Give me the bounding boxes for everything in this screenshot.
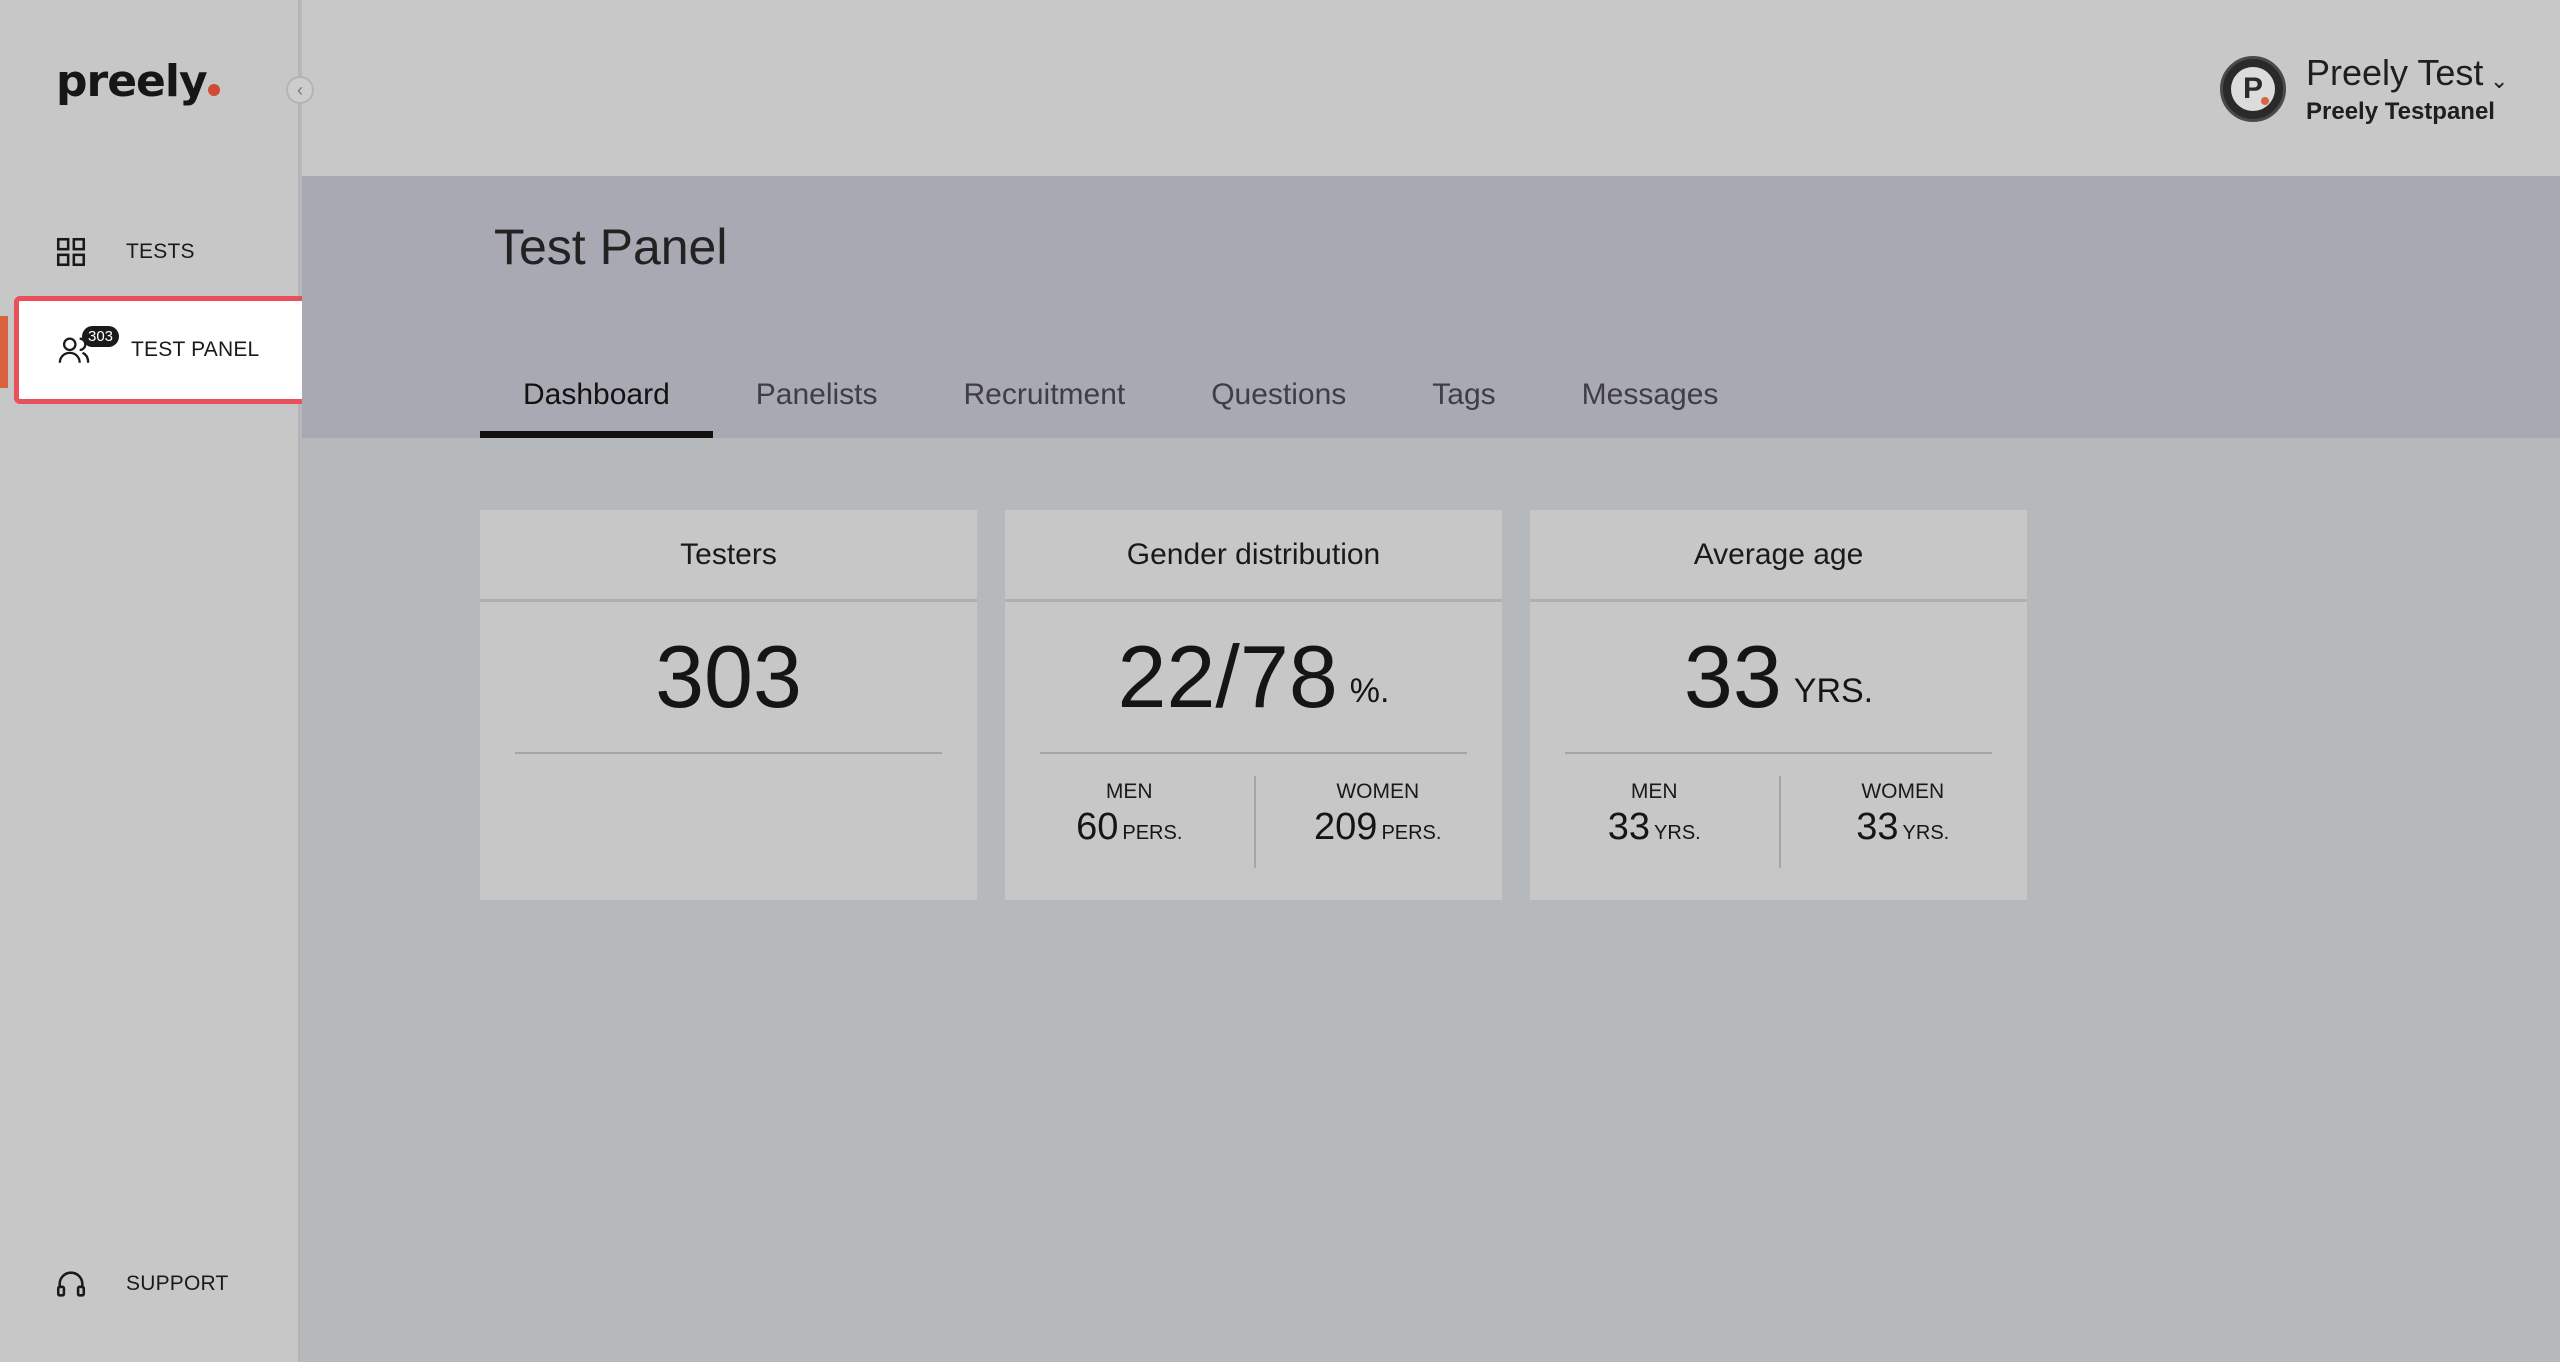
stat-unit: PERS. [1381, 822, 1442, 844]
women-stat: WOMEN 209 PERS. [1253, 776, 1503, 868]
card-title: Gender distribution [1005, 510, 1502, 602]
testers-count: 303 [655, 627, 802, 726]
men-count: 60 [1076, 806, 1119, 848]
stat-value: 33 YRS. [1856, 806, 1949, 849]
tab-dashboard[interactable]: Dashboard [480, 366, 713, 438]
tab-messages[interactable]: Messages [1539, 366, 1762, 438]
chevron-down-icon[interactable]: ⌄ [2490, 68, 2508, 94]
gender-ratio: 22/78 [1117, 627, 1338, 726]
men-stat: MEN 60 PERS. [1005, 780, 1254, 864]
card-value: 22/78 %. [1005, 602, 1502, 752]
women-age: 33 [1856, 806, 1899, 848]
card-title: Average age [1530, 510, 2027, 602]
logo-dot [207, 84, 220, 96]
women-count: 209 [1314, 806, 1378, 848]
average-age-card: Average age 33 YRS. MEN 33 YRS. WOMEN 33 Y… [1530, 510, 2027, 900]
chevron-left-icon: ‹ [297, 79, 303, 100]
active-indicator [0, 316, 8, 388]
grid-icon [56, 237, 86, 267]
stat-label: MEN [1630, 780, 1678, 803]
stat-label: WOMEN [1336, 780, 1420, 803]
gender-distribution-card: Gender distribution 22/78 %. MEN 60 PERS.… [1005, 510, 1502, 900]
stat-value: 33 YRS. [1608, 806, 1701, 849]
tab-questions[interactable]: Questions [1168, 366, 1389, 438]
gender-unit: %. [1349, 671, 1390, 710]
page-title: Test Panel [494, 219, 728, 275]
stat-unit: PERS. [1122, 822, 1183, 844]
stat-value: 60 PERS. [1076, 806, 1182, 849]
collapse-sidebar-button[interactable]: ‹ [286, 76, 314, 104]
card-value: 33 YRS. [1530, 602, 2027, 752]
headset-icon [56, 1271, 86, 1297]
sidebar-item-test-panel[interactable]: TEST PANEL [14, 296, 334, 404]
sidebar-item-label: SUPPORT [126, 1272, 229, 1295]
tab-tags[interactable]: Tags [1389, 366, 1538, 438]
sidebar-item-support[interactable]: SUPPORT [0, 1244, 300, 1324]
brand-logo[interactable]: preely [56, 56, 220, 107]
count-badge: 303 [82, 326, 120, 347]
card-value: 303 [480, 602, 977, 752]
men-age: 33 [1607, 806, 1651, 848]
user-organization: Preely Testpanel [2306, 98, 2495, 125]
divider [515, 752, 942, 754]
avatar[interactable]: P [2220, 56, 2286, 122]
stat-label: MEN [1105, 780, 1153, 803]
stat-value: 209 PERS. [1314, 806, 1441, 849]
average-age: 33 [1683, 627, 1782, 726]
tab-panelists[interactable]: Panelists [713, 366, 921, 438]
age-unit: YRS. [1793, 671, 1874, 710]
testers-card: Testers 303 [480, 510, 977, 900]
sidebar-item-label: TEST PANEL [131, 338, 260, 361]
sidebar-item-tests[interactable]: TESTS [0, 212, 300, 292]
card-stats: MEN 60 PERS. WOMEN 209 PERS. [1005, 754, 1503, 868]
card-title: Testers [480, 510, 977, 602]
avatar-letter: P [2231, 67, 2275, 111]
stat-unit: YRS. [1902, 822, 1950, 844]
stat-unit: YRS. [1654, 822, 1701, 844]
sidebar: preely TESTS [0, 0, 300, 1362]
sidebar-item-label: TESTS [126, 240, 195, 263]
tab-bar: Dashboard Panelists Recruitment Question… [480, 366, 1761, 438]
stat-label: WOMEN [1861, 780, 1945, 803]
men-stat: MEN 33 YRS. [1530, 780, 1779, 864]
card-stats: MEN 33 YRS. WOMEN 33 YRS. [1530, 754, 2028, 868]
women-stat: WOMEN 33 YRS. [1778, 776, 2028, 868]
brand-logo-text: preely [56, 56, 208, 107]
user-name[interactable]: Preely Test [2306, 52, 2483, 94]
tab-recruitment[interactable]: Recruitment [921, 366, 1169, 438]
